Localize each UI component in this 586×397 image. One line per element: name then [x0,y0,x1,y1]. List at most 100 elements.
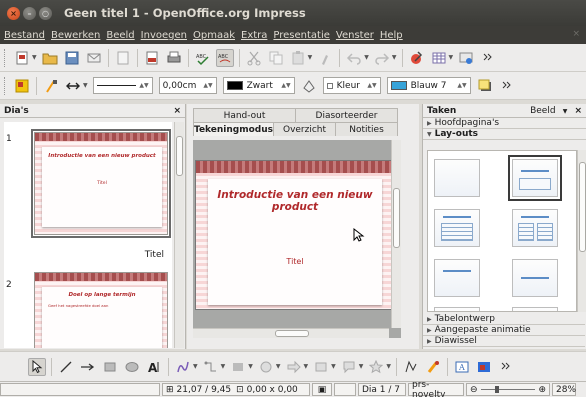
format-paintbrush-icon[interactable] [316,49,334,67]
status-layout-name[interactable]: prs-novelty [408,380,464,397]
paste-icon[interactable] [289,49,307,67]
menu-bewerken[interactable]: Bewerken [51,30,100,41]
tab-overzicht[interactable]: Overzicht [273,122,337,136]
chart-icon[interactable] [408,49,426,67]
undo-icon[interactable] [345,49,363,67]
basic-shapes-dropdown-icon[interactable]: ▼ [248,363,253,370]
display-grid-icon[interactable] [457,49,475,67]
close-window-button[interactable]: × [7,6,20,20]
line-color-select[interactable]: Zwart ▲▼ [222,77,295,94]
area-color-select[interactable]: Blauw 7 ▲▼ [386,77,471,94]
layout-title-slide[interactable] [508,155,562,201]
slide-subtitle-placeholder[interactable]: Titel [208,257,382,266]
canvas-hscroll-thumb[interactable] [275,330,309,337]
line-style-select[interactable]: ▲▼ [92,77,153,94]
slides-scrollbar[interactable] [174,122,184,348]
canvas-vscroll[interactable] [391,140,401,328]
maximize-window-button[interactable]: ○ [39,6,52,20]
tab-notities[interactable]: Notities [335,122,399,136]
tab-diasorteerder[interactable]: Diasorteerder [295,108,398,122]
tasks-pane-close-icon[interactable]: × [574,106,582,116]
zoom-out-icon[interactable]: ⊖ [470,385,478,395]
area-style-select[interactable]: Kleur ▲▼ [322,77,381,94]
canvas-hscroll[interactable] [193,328,389,338]
slides-scrollbar-thumb[interactable] [176,136,183,176]
close-document-icon[interactable]: × [572,29,580,39]
select-pointer-icon[interactable] [28,357,46,376]
layouts-gallery[interactable] [427,150,577,312]
symbol-shapes-dropdown-icon[interactable]: ▼ [276,363,281,370]
autospellcheck-icon[interactable]: ABC [215,48,234,67]
menu-extra[interactable]: Extra [241,30,267,41]
export-pdf-icon[interactable] [143,49,161,67]
slide-canvas[interactable]: Introductie van een nieuw product Titel [193,140,401,338]
copy-icon[interactable] [267,49,285,67]
callouts-dropdown-icon[interactable]: ▼ [359,363,364,370]
task-section-custom-animation[interactable]: ▶ Aangepaste animatie [423,325,585,336]
stars-dropdown-icon[interactable]: ▼ [386,363,391,370]
layouts-scrollbar-thumb[interactable] [579,162,586,252]
toolbar-overflow-icon[interactable] [497,358,515,376]
redo-dropdown-icon[interactable]: ▼ [392,54,397,61]
edit-file-icon[interactable] [114,49,132,67]
text-tool-icon[interactable]: A [145,358,163,376]
canvas-vscroll-thumb[interactable] [393,188,400,248]
layouts-scrollbar[interactable] [577,150,586,312]
paste-dropdown-icon[interactable]: ▼ [308,54,313,61]
tasks-view-dropdown-icon[interactable]: ▼ [563,108,568,115]
zoom-in-icon[interactable]: ⊕ [538,385,546,395]
slides-pane-close-icon[interactable]: × [173,106,181,116]
layout-content-title[interactable] [512,307,558,311]
curve-dropdown-icon[interactable]: ▼ [193,363,198,370]
fontwork-icon[interactable] [424,358,442,376]
minimize-window-button[interactable]: – [23,6,36,20]
menu-bestand[interactable]: Bestand [4,30,45,41]
arrow-style-dropdown-icon[interactable]: ▼ [83,82,88,89]
styles-formatting-icon[interactable] [13,77,31,95]
menu-opmaak[interactable]: Opmaak [193,30,235,41]
insert-picture-icon[interactable]: A [453,358,471,376]
zoom-slider[interactable]: ⊖ ⊕ [466,383,550,396]
cut-icon[interactable] [245,49,263,67]
tab-tekeningmodus[interactable]: Tekeningmodus [193,122,275,136]
slide-thumbnail-1[interactable]: Introductie van een nieuw product Titel [31,129,171,238]
layout-title-content[interactable] [434,209,480,247]
table-icon[interactable] [430,49,448,67]
task-section-table-design[interactable]: ▶ Tabelontwerp [423,314,585,325]
draw-rectangle-icon[interactable] [101,358,119,376]
layout-title-2-content[interactable] [512,209,558,247]
draw-arrow-icon[interactable] [79,358,97,376]
callouts-icon[interactable] [340,358,358,376]
curve-tool-icon[interactable] [174,358,192,376]
menu-venster[interactable]: Venster [336,30,374,41]
undo-dropdown-icon[interactable]: ▼ [364,54,369,61]
slides-list[interactable]: 1 Introductie van een nieuw product Tite… [4,122,172,348]
menu-invoegen[interactable]: Invoegen [141,30,187,41]
draw-line-icon[interactable] [57,358,75,376]
slide-title-placeholder[interactable]: Introductie van een nieuw product [208,189,382,213]
email-icon[interactable] [85,49,103,67]
print-icon[interactable] [165,49,183,67]
gallery-icon[interactable] [475,358,493,376]
layout-title-only[interactable] [434,259,480,297]
draw-ellipse-icon[interactable] [123,358,141,376]
points-edit-icon[interactable] [402,358,420,376]
slide-thumbnail-2[interactable]: Doel op lange termijn Geef het nagestree… [34,272,168,348]
save-icon[interactable] [63,49,81,67]
shadow-icon[interactable] [476,77,494,95]
new-dropdown-icon[interactable]: ▼ [32,54,37,61]
connector-dropdown-icon[interactable]: ▼ [221,363,226,370]
block-arrows-icon[interactable] [285,358,303,376]
arrow-style-icon[interactable] [64,77,82,95]
task-section-master-pages[interactable]: ▶ Hoofdpagina's [423,118,586,129]
menu-beeld[interactable]: Beeld [106,30,134,41]
zoom-slider-knob[interactable] [494,386,499,393]
toolbar-overflow-icon[interactable] [479,49,497,67]
connector-tool-icon[interactable] [202,358,220,376]
line-width-field[interactable]: 0,00cm ▲▼ [158,77,217,94]
spellcheck-icon[interactable]: ABC [194,49,212,67]
status-zoom[interactable]: 28% [552,383,576,396]
status-document-modified-icon[interactable]: ▣ [312,383,332,396]
symbol-shapes-icon[interactable] [257,358,275,376]
line-icon[interactable] [42,77,60,95]
